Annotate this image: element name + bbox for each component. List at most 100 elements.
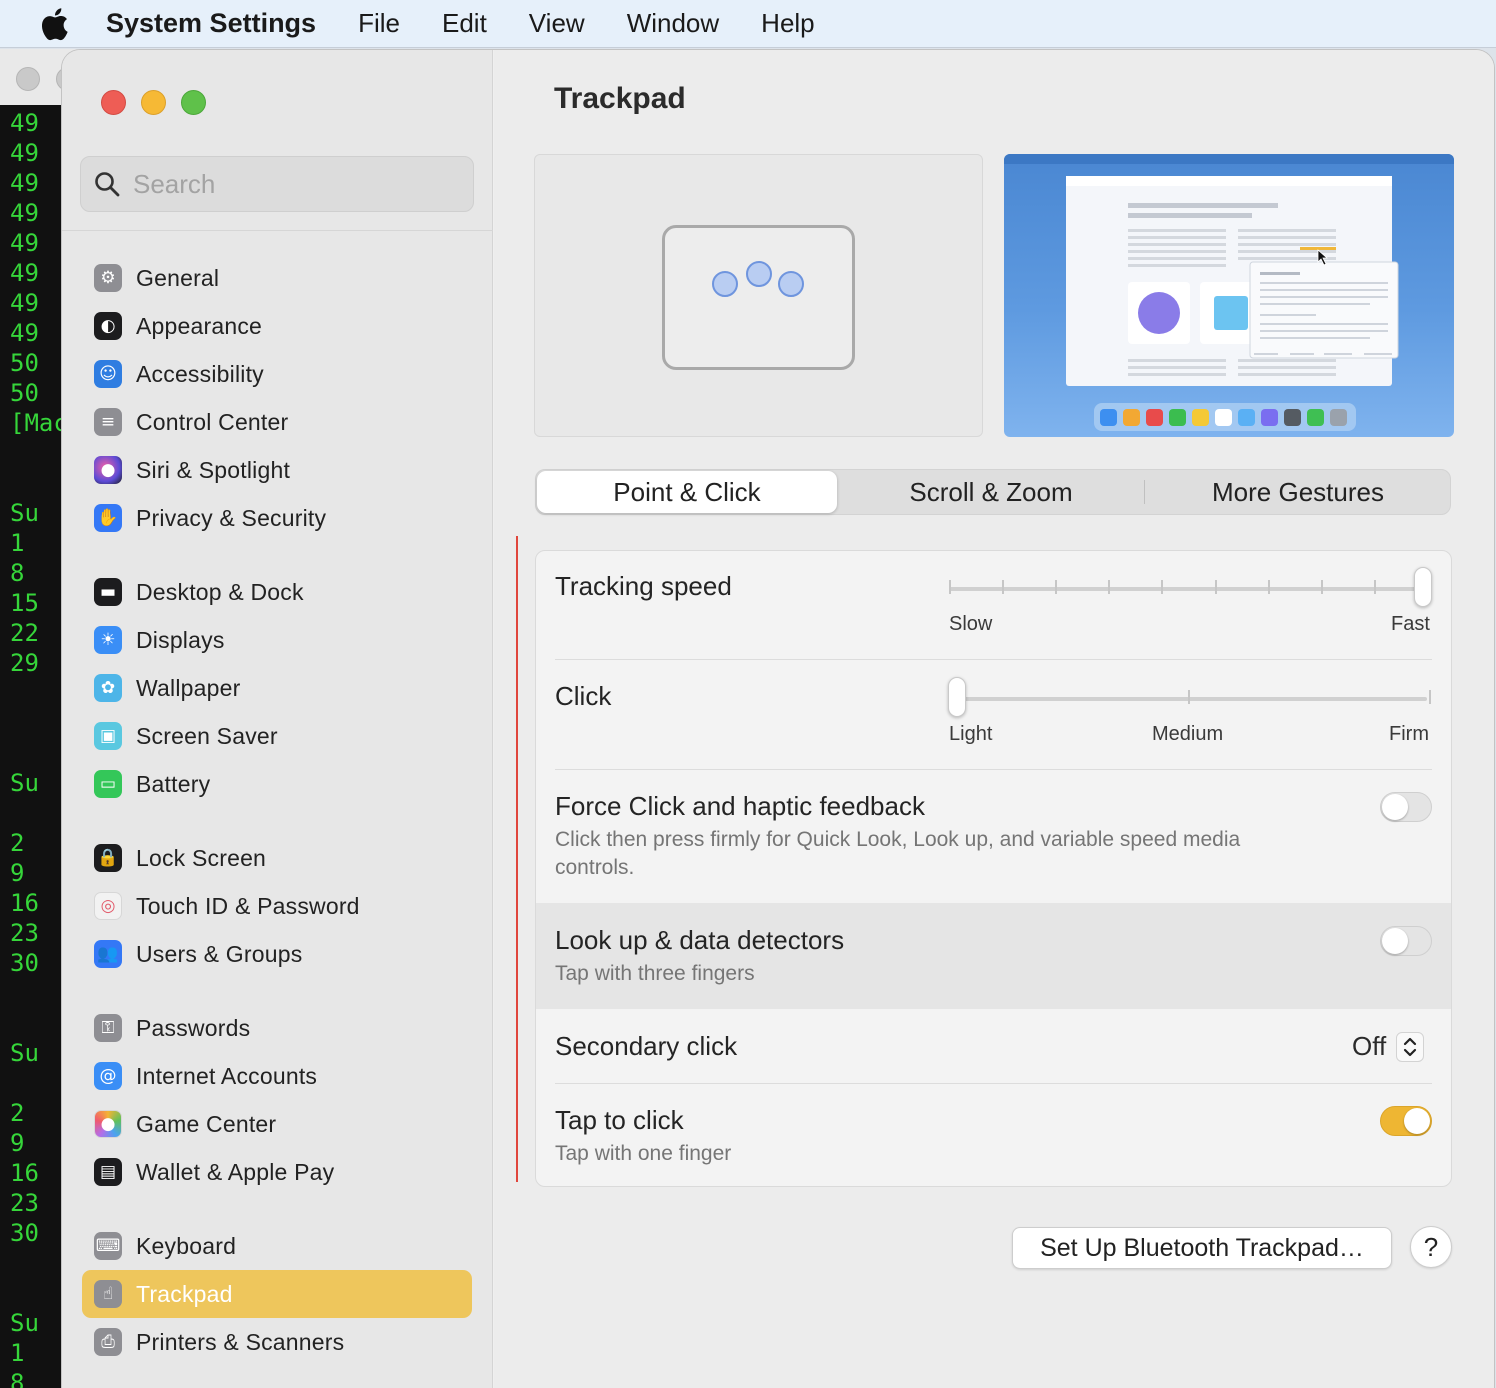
window-close-button[interactable] [101, 90, 126, 115]
setup-bluetooth-trackpad-button[interactable]: Set Up Bluetooth Trackpad… [1012, 1227, 1392, 1269]
sidebar-item-control-center[interactable]: ≡ Control Center [82, 398, 472, 446]
key-icon: ⚿ [94, 1014, 122, 1042]
sidebar-item-label: Trackpad [136, 1280, 233, 1307]
sidebar-item-accessibility[interactable]: ☺ Accessibility [82, 350, 472, 398]
wallet-icon: ▤ [94, 1158, 122, 1186]
tap-to-click-description: Tap with one finger [555, 1142, 732, 1165]
click-firm-label: Firm [1389, 723, 1429, 745]
secondary-click-label: Secondary click [555, 1031, 738, 1061]
lookup-label: Look up & data detectors [555, 925, 845, 955]
row-divider [555, 769, 1432, 770]
sidebar-item-label: Battery [136, 770, 211, 797]
slider-tick [1321, 580, 1323, 594]
sidebar-item-keyboard[interactable]: ⌨ Keyboard [82, 1222, 472, 1270]
tap-to-click-label: Tap to click [555, 1105, 684, 1135]
sidebar-item-lock-screen[interactable]: 🔒 Lock Screen [82, 834, 472, 882]
search-field[interactable] [80, 156, 474, 212]
sidebar-item-appearance[interactable]: ◐ Appearance [82, 302, 472, 350]
lookup-toggle[interactable] [1380, 926, 1432, 956]
sidebar-item-general[interactable]: ⚙ General [82, 254, 472, 302]
red-marker-line [516, 536, 518, 1182]
tab-more-gestures[interactable]: More Gestures [1145, 470, 1451, 514]
sidebar-item-wallet-apple-pay[interactable]: ▤ Wallet & Apple Pay [82, 1148, 472, 1196]
apple-menu-icon[interactable] [34, 4, 74, 44]
screen-saver-icon: ▣ [94, 722, 122, 750]
sidebar-item-siri-spotlight[interactable]: ● Siri & Spotlight [82, 446, 472, 494]
terminal-close-button[interactable] [16, 67, 40, 91]
terminal-line: 49 [10, 139, 39, 167]
sidebar-item-displays[interactable]: ☀ Displays [82, 616, 472, 664]
sidebar-item-label: Users & Groups [136, 940, 303, 967]
users-icon: 👥 [94, 940, 122, 968]
terminal-line: 29 [10, 649, 39, 677]
terminal-line: 2 [10, 1099, 25, 1127]
trackpad-icon: ☝ [94, 1280, 122, 1308]
search-input[interactable] [133, 168, 453, 200]
tap-to-click-toggle[interactable] [1380, 1106, 1432, 1136]
menu-bar: System Settings File Edit View Window He… [0, 0, 1496, 48]
sidebar-item-desktop-dock[interactable]: ▬ Desktop & Dock [82, 568, 472, 616]
slider-tick [1188, 690, 1190, 704]
secondary-click-popup[interactable]: Off [1352, 1031, 1425, 1062]
sidebar-item-game-center[interactable]: ● Game Center [82, 1100, 472, 1148]
slider-tick [1374, 580, 1376, 594]
terminal-line: 9 [10, 1129, 25, 1157]
terminal-line: 16 [10, 889, 39, 917]
slider-tick [1108, 580, 1110, 594]
printer-icon: ⎙ [94, 1328, 122, 1356]
menu-view[interactable]: View [529, 8, 585, 39]
sidebar-item-internet-accounts[interactable]: @ Internet Accounts [82, 1052, 472, 1100]
sidebar-item-label: Displays [136, 626, 225, 653]
slider-tick [1055, 580, 1057, 594]
sidebar-item-privacy-security[interactable]: ✋ Privacy & Security [82, 494, 472, 542]
force-click-toggle[interactable] [1380, 792, 1432, 822]
slider-max-label: Fast [1391, 613, 1430, 635]
terminal-line: 15 [10, 589, 39, 617]
sidebar-item-label: Internet Accounts [136, 1062, 318, 1089]
tab-point-click[interactable]: Point & Click [537, 471, 837, 513]
battery-icon: ▭ [94, 770, 122, 798]
slider-tick [949, 580, 951, 594]
search-icon [93, 170, 121, 198]
terminal-line: 9 [10, 859, 25, 887]
sidebar-item-label: General [136, 264, 220, 291]
menu-app-name[interactable]: System Settings [106, 8, 316, 39]
click-medium-label: Medium [1152, 723, 1224, 745]
tab-scroll-zoom[interactable]: Scroll & Zoom [838, 470, 1144, 514]
window-minimize-button[interactable] [141, 90, 166, 115]
flower-icon: ✿ [94, 674, 122, 702]
tracking-speed-knob[interactable] [1414, 567, 1432, 607]
finger-dot [712, 271, 738, 297]
terminal-line: 2 [10, 829, 25, 857]
menu-help[interactable]: Help [761, 8, 814, 39]
slider-track [949, 587, 1427, 591]
desktop-preview-image [1004, 154, 1454, 437]
sidebar-item-users-groups[interactable]: 👥 Users & Groups [82, 930, 472, 978]
terminal-line: 49 [10, 169, 39, 197]
terminal-line: 50 [10, 349, 39, 377]
sidebar-item-screen-saver[interactable]: ▣ Screen Saver [82, 712, 472, 760]
click-pressure-knob[interactable] [948, 677, 966, 717]
sidebar-item-label: Wallpaper [136, 674, 241, 701]
lookup-row-highlight [536, 903, 1451, 1009]
sidebar-item-battery[interactable]: ▭ Battery [82, 760, 472, 808]
terminal-line: 49 [10, 319, 39, 347]
sidebar-item-passwords[interactable]: ⚿ Passwords [82, 1004, 472, 1052]
sidebar-item-label: Control Center [136, 408, 289, 435]
menu-file[interactable]: File [358, 8, 400, 39]
appearance-icon: ◐ [94, 312, 122, 340]
sidebar-item-trackpad[interactable]: ☝ Trackpad [82, 1270, 472, 1318]
row-divider [555, 1083, 1432, 1084]
help-button[interactable]: ? [1410, 1226, 1452, 1268]
sidebar-item-label: Keyboard [136, 1232, 237, 1259]
slider-tick [1429, 690, 1431, 704]
sidebar-item-label: Touch ID & Password [136, 892, 360, 919]
sidebar-item-printers-scanners[interactable]: ⎙ Printers & Scanners [82, 1318, 472, 1366]
sidebar-item-wallpaper[interactable]: ✿ Wallpaper [82, 664, 472, 712]
window-zoom-button[interactable] [181, 90, 206, 115]
menu-edit[interactable]: Edit [442, 8, 487, 39]
force-click-description: Click then press firmly for Quick Look, … [555, 828, 1241, 879]
sidebar-item-label: Game Center [136, 1110, 277, 1137]
sidebar-item-touch-id-password[interactable]: ◎ Touch ID & Password [82, 882, 472, 930]
menu-window[interactable]: Window [627, 8, 719, 39]
